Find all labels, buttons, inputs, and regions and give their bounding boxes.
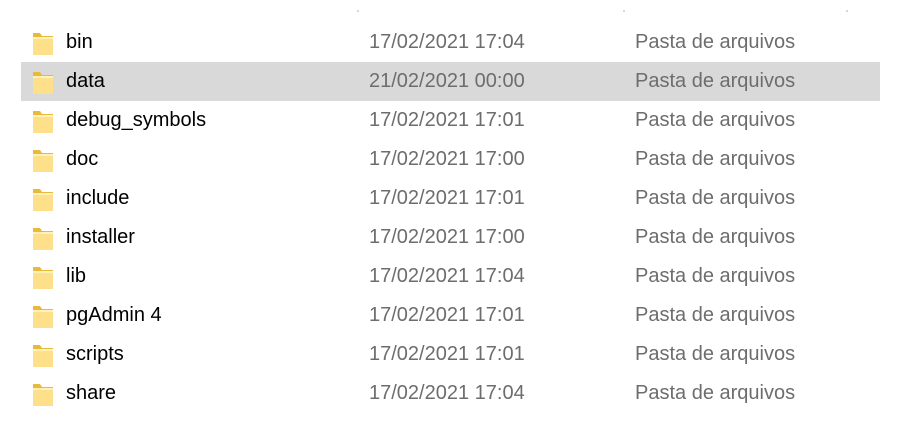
file-type: Pasta de arquivos: [635, 70, 796, 92]
file-type: Pasta de arquivos: [635, 265, 796, 287]
file-type: Pasta de arquivos: [635, 109, 796, 131]
date-modified: 17/02/2021 17:01: [369, 187, 525, 209]
column-separator: [846, 10, 848, 12]
file-row[interactable]: doc 17/02/2021 17:00 Pasta de arquivos: [21, 140, 880, 179]
file-name: data: [66, 70, 105, 92]
file-type: Pasta de arquivos: [635, 187, 796, 209]
file-row[interactable]: debug_symbols 17/02/2021 17:01 Pasta de …: [21, 101, 880, 140]
folder-icon: [32, 186, 54, 212]
file-name: share: [66, 382, 117, 404]
date-modified: 17/02/2021 17:01: [369, 304, 525, 326]
folder-icon: [32, 381, 54, 407]
folder-icon: [32, 225, 54, 251]
column-separator: [623, 10, 625, 12]
date-modified: 21/02/2021 00:00: [369, 70, 525, 92]
folder-icon: [32, 30, 54, 56]
file-type: Pasta de arquivos: [635, 343, 796, 365]
folder-icon: [32, 69, 54, 95]
file-name: include: [66, 187, 130, 209]
file-name: pgAdmin 4: [66, 304, 162, 326]
file-name: doc: [66, 148, 99, 170]
file-type: Pasta de arquivos: [635, 31, 796, 53]
file-name: bin: [66, 31, 93, 53]
column-separator: [357, 10, 359, 12]
file-name: debug_symbols: [66, 109, 207, 131]
folder-icon: [32, 108, 54, 134]
date-modified: 17/02/2021 17:04: [369, 382, 525, 404]
folder-icon: [32, 264, 54, 290]
file-row[interactable]: share 17/02/2021 17:04 Pasta de arquivos: [21, 374, 880, 413]
column-header-separators: [0, 10, 906, 12]
file-row[interactable]: include 17/02/2021 17:01 Pasta de arquiv…: [21, 179, 880, 218]
file-name: lib: [66, 265, 87, 287]
folder-icon: [32, 147, 54, 173]
date-modified: 17/02/2021 17:00: [369, 148, 525, 170]
date-modified: 17/02/2021 17:00: [369, 226, 525, 248]
date-modified: 17/02/2021 17:01: [369, 343, 525, 365]
file-name: scripts: [66, 343, 124, 365]
file-type: Pasta de arquivos: [635, 382, 796, 404]
date-modified: 17/02/2021 17:04: [369, 265, 525, 287]
folder-icon: [32, 303, 54, 329]
date-modified: 17/02/2021 17:01: [369, 109, 525, 131]
date-modified: 17/02/2021 17:04: [369, 31, 525, 53]
file-type: Pasta de arquivos: [635, 148, 796, 170]
file-type: Pasta de arquivos: [635, 304, 796, 326]
folder-icon: [32, 342, 54, 368]
file-row[interactable]: lib 17/02/2021 17:04 Pasta de arquivos: [21, 257, 880, 296]
file-list: bin 17/02/2021 17:04 Pasta de arquivos d…: [21, 23, 880, 423]
file-row[interactable]: data 21/02/2021 00:00 Pasta de arquivos: [21, 62, 880, 101]
file-row[interactable]: pgAdmin 4 17/02/2021 17:01 Pasta de arqu…: [21, 296, 880, 335]
file-row[interactable]: installer 17/02/2021 17:00 Pasta de arqu…: [21, 218, 880, 257]
file-row[interactable]: scripts 17/02/2021 17:01 Pasta de arquiv…: [21, 335, 880, 374]
file-type: Pasta de arquivos: [635, 226, 796, 248]
file-row[interactable]: bin 17/02/2021 17:04 Pasta de arquivos: [21, 23, 880, 62]
file-name: installer: [66, 226, 135, 248]
